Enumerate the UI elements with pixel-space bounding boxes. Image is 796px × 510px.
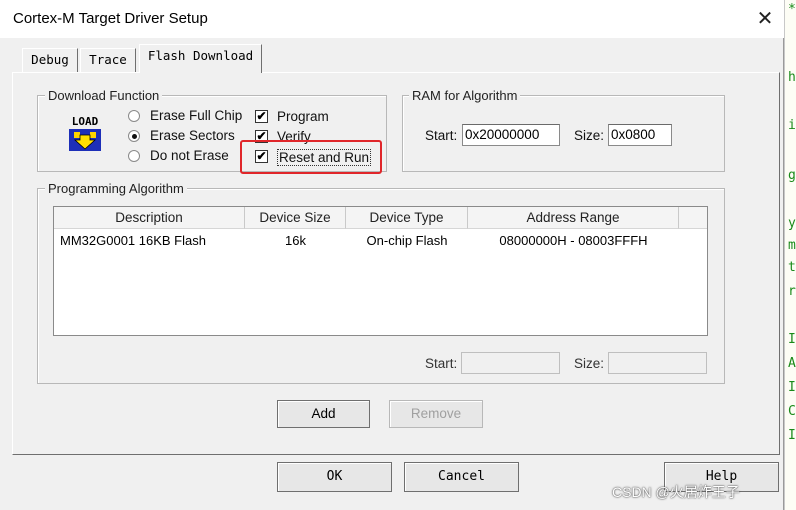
load-icon: LOAD: [65, 113, 105, 153]
table-cell-description: MM32G0001 16KB Flash: [60, 233, 206, 248]
window-title: Cortex-M Target Driver Setup: [13, 10, 208, 27]
ram-start-input[interactable]: 0x20000000: [462, 124, 560, 146]
add-button[interactable]: Add: [277, 400, 370, 428]
table-cell-device-size: 16k: [285, 233, 306, 248]
background-code-char: C: [788, 404, 796, 419]
cancel-button[interactable]: Cancel: [404, 462, 519, 492]
background-code-char: i: [788, 118, 796, 133]
erase-sectors-label: Erase Sectors: [150, 128, 235, 143]
algorithm-table: Description Device Size Device Type Addr…: [53, 206, 708, 336]
title-bar: Cortex-M Target Driver Setup ✕: [0, 0, 784, 38]
background-code-char: *: [788, 2, 796, 17]
background-code-char: I: [788, 380, 796, 395]
radio-selected-dot: [132, 134, 137, 139]
ram-for-algorithm-legend: RAM for Algorithm: [409, 88, 521, 103]
algo-size-input[interactable]: [608, 352, 707, 374]
table-cell-device-type: On-chip Flash: [366, 233, 448, 248]
ram-size-label: Size:: [574, 128, 605, 143]
background-code-char: t: [788, 260, 796, 275]
ram-size-input[interactable]: 0x0800: [608, 124, 672, 146]
watermark-text: CSDN @火居炸王子: [612, 484, 740, 500]
close-icon[interactable]: ✕: [752, 6, 778, 32]
algo-start-label: Start:: [425, 356, 458, 371]
erase-full-chip-label: Erase Full Chip: [150, 108, 243, 123]
algo-size-label: Size:: [574, 356, 605, 371]
background-code-char: y: [788, 216, 796, 231]
remove-button[interactable]: Remove: [389, 400, 483, 428]
program-label: Program: [277, 109, 329, 124]
do-not-erase-radio[interactable]: [128, 150, 140, 162]
svg-text:LOAD: LOAD: [72, 115, 99, 128]
ram-start-label: Start:: [425, 128, 458, 143]
table-cell-address-range: 08000000H - 08003FFFH: [499, 233, 648, 248]
programming-algorithm-legend: Programming Algorithm: [45, 181, 187, 196]
ok-button[interactable]: OK: [277, 462, 392, 492]
column-header-device-type[interactable]: Device Type: [346, 207, 468, 229]
column-header-address-range[interactable]: Address Range: [468, 207, 679, 229]
erase-sectors-radio[interactable]: [128, 130, 140, 142]
background-code-char: g: [788, 168, 796, 183]
background-code-char: I: [788, 332, 796, 347]
target-driver-setup-dialog: Cortex-M Target Driver Setup ✕ Debug Tra…: [0, 0, 784, 510]
algo-start-input[interactable]: [461, 352, 560, 374]
highlight-box-annotation: [240, 140, 382, 174]
column-header-filler: [679, 207, 707, 229]
background-code-char: I: [788, 428, 796, 443]
background-code-char: h: [788, 70, 796, 85]
tab-debug[interactable]: Debug: [22, 48, 78, 72]
do-not-erase-label: Do not Erase: [150, 148, 229, 163]
download-function-legend: Download Function: [45, 88, 163, 103]
program-checkbox[interactable]: ✔: [255, 110, 268, 123]
background-code-char: m: [788, 238, 796, 253]
column-header-device-size[interactable]: Device Size: [245, 207, 346, 229]
background-editor-strip: * h i g y m t r I A I C I: [784, 0, 796, 510]
erase-full-chip-radio[interactable]: [128, 110, 140, 122]
background-code-char: r: [788, 284, 796, 299]
column-header-description[interactable]: Description: [54, 207, 245, 229]
tab-flash-download[interactable]: Flash Download: [139, 44, 262, 73]
background-code-char: A: [788, 356, 796, 371]
tab-trace[interactable]: Trace: [80, 48, 136, 72]
table-row[interactable]: MM32G0001 16KB Flash 16k On-chip Flash 0…: [54, 229, 707, 251]
